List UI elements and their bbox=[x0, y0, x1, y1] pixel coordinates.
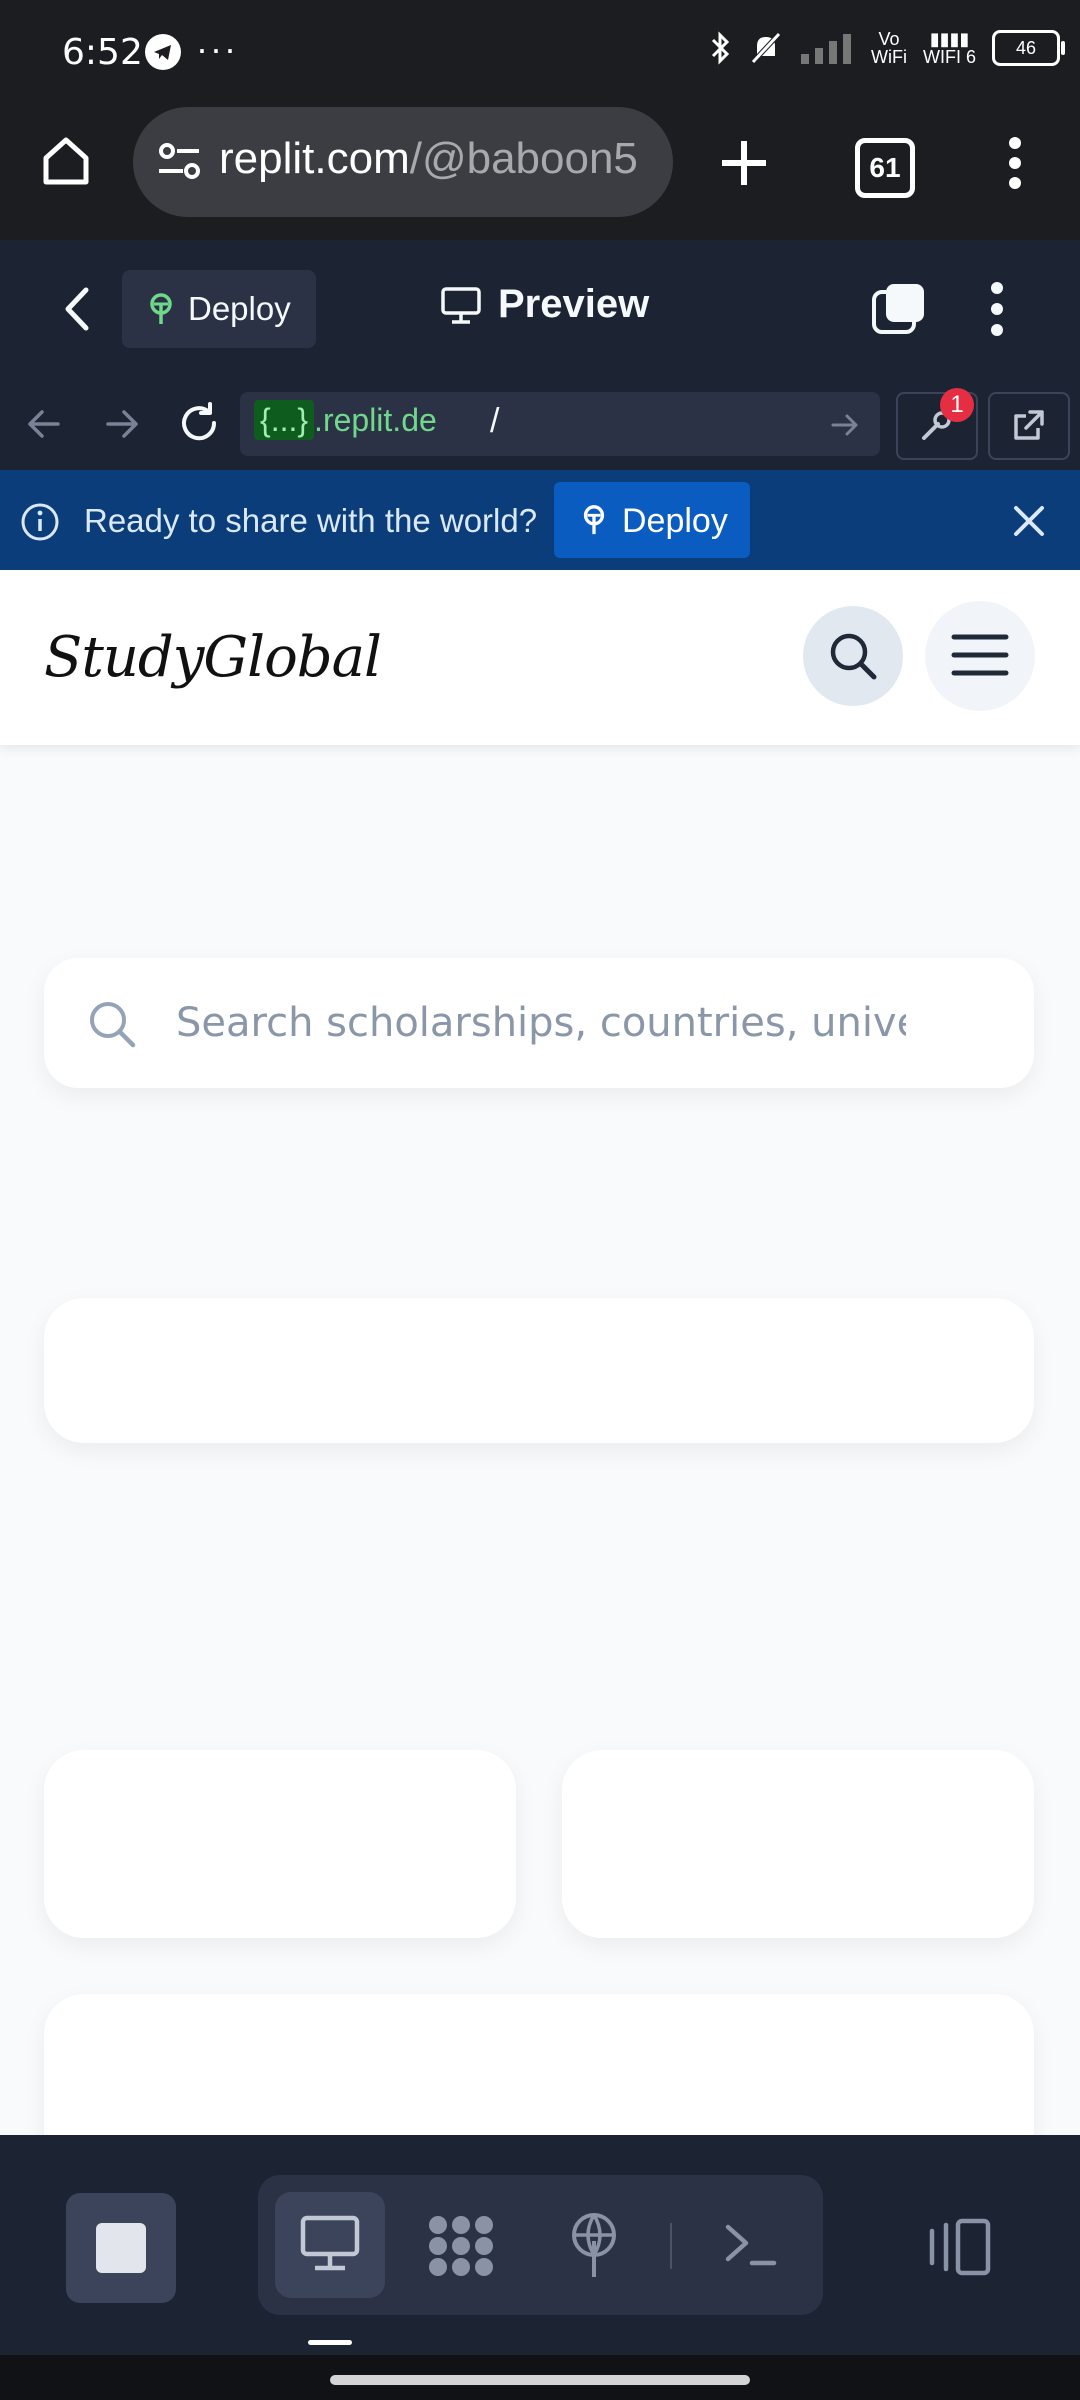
mute-icon bbox=[751, 32, 781, 64]
tabs-button[interactable]: 61 bbox=[855, 138, 915, 198]
dev-url-path: / bbox=[490, 402, 500, 440]
clock: 6:52 bbox=[62, 32, 143, 73]
open-in-new-tab-button[interactable] bbox=[988, 392, 1070, 460]
divider bbox=[670, 2223, 672, 2269]
telegram-icon bbox=[145, 34, 181, 70]
status-icons: Vo WiFi ▮▮▮▮ WIFI 6 46 bbox=[707, 29, 1065, 67]
omnibox[interactable]: replit.com/@baboon5 bbox=[133, 107, 673, 217]
more-notifications: ··· bbox=[196, 28, 238, 69]
close-icon[interactable] bbox=[1010, 502, 1048, 540]
browser-toolbar: replit.com/@baboon5 61 bbox=[0, 105, 1080, 240]
content-card bbox=[44, 1298, 1034, 1443]
go-arrow-icon[interactable] bbox=[828, 408, 862, 442]
home-icon[interactable] bbox=[36, 130, 96, 190]
signal-icon bbox=[801, 34, 852, 64]
stop-icon bbox=[96, 2223, 146, 2273]
preview-webpage: StudyGlobal Search scholarships, countri… bbox=[0, 570, 1080, 2135]
new-window-icon[interactable] bbox=[870, 280, 928, 338]
search-icon bbox=[86, 998, 138, 1050]
stop-button[interactable] bbox=[66, 2193, 176, 2303]
deploy-banner: Ready to share with the world? Deploy bbox=[0, 470, 1080, 570]
preview-tab-title: Preview bbox=[498, 282, 650, 326]
monitor-icon bbox=[440, 286, 482, 326]
content-card bbox=[44, 1750, 516, 1938]
dev-url-host: {...} .replit.de bbox=[254, 400, 437, 440]
terminal-icon[interactable] bbox=[722, 2217, 778, 2273]
vowifi-label: Vo WiFi bbox=[871, 29, 907, 67]
site-navbar: StudyGlobal bbox=[0, 570, 1080, 745]
replit-bottom-toolbar bbox=[0, 2135, 1080, 2355]
workspace-icon[interactable] bbox=[426, 2213, 496, 2279]
banner-deploy-label: Deploy bbox=[622, 502, 728, 540]
search-placeholder: Search scholarships, countries, univer bbox=[176, 1000, 906, 1046]
content-card bbox=[44, 1994, 1034, 2135]
forward-arrow-icon[interactable] bbox=[100, 402, 144, 446]
hamburger-menu-button[interactable] bbox=[925, 601, 1035, 711]
site-search-button[interactable] bbox=[803, 606, 903, 706]
site-settings-icon[interactable] bbox=[155, 137, 205, 187]
content-card bbox=[562, 1750, 1034, 1938]
new-tab-icon[interactable] bbox=[716, 135, 772, 191]
reload-icon[interactable] bbox=[176, 400, 222, 446]
back-arrow-icon[interactable] bbox=[22, 402, 66, 446]
replit-header: Deploy Preview bbox=[0, 240, 1080, 379]
search-icon bbox=[827, 630, 879, 682]
battery-icon: 46 bbox=[992, 30, 1065, 66]
wifi-icon: ▮▮▮▮ WIFI 6 bbox=[923, 29, 976, 67]
bluetooth-icon bbox=[711, 31, 730, 65]
deploy-button[interactable]: Deploy bbox=[122, 270, 316, 348]
hero-search-box[interactable]: Search scholarships, countries, univer bbox=[44, 958, 1034, 1088]
monitor-icon bbox=[299, 2214, 361, 2274]
home-indicator[interactable] bbox=[330, 2375, 750, 2385]
preview-tool-button[interactable] bbox=[275, 2192, 385, 2298]
info-icon bbox=[20, 502, 60, 542]
deploy-icon bbox=[144, 292, 178, 326]
webview-url-input[interactable]: {...} .replit.de / bbox=[240, 392, 880, 456]
banner-deploy-button[interactable]: Deploy bbox=[554, 482, 750, 558]
menu-icon[interactable] bbox=[1000, 135, 1030, 191]
more-options-icon[interactable] bbox=[982, 280, 1012, 338]
panels-icon[interactable] bbox=[926, 2217, 994, 2277]
omnibox-url: replit.com/@baboon5 bbox=[219, 134, 638, 183]
deploy-icon bbox=[578, 504, 610, 536]
notification-badge: 1 bbox=[940, 388, 974, 422]
hamburger-icon bbox=[951, 629, 1009, 681]
deploy-icon[interactable] bbox=[566, 2211, 622, 2279]
banner-text: Ready to share with the world? bbox=[84, 502, 538, 539]
active-tab-indicator bbox=[308, 2340, 352, 2345]
site-logo[interactable]: StudyGlobal bbox=[44, 625, 382, 690]
webview-nav-bar: {...} .replit.de / bbox=[0, 378, 1080, 470]
external-link-icon bbox=[1010, 408, 1046, 444]
status-bar: 6:52 ··· Vo WiFi ▮▮▮▮ WIFI 6 46 bbox=[0, 0, 1080, 105]
deploy-label: Deploy bbox=[188, 290, 291, 327]
back-chevron-icon[interactable] bbox=[58, 284, 98, 334]
